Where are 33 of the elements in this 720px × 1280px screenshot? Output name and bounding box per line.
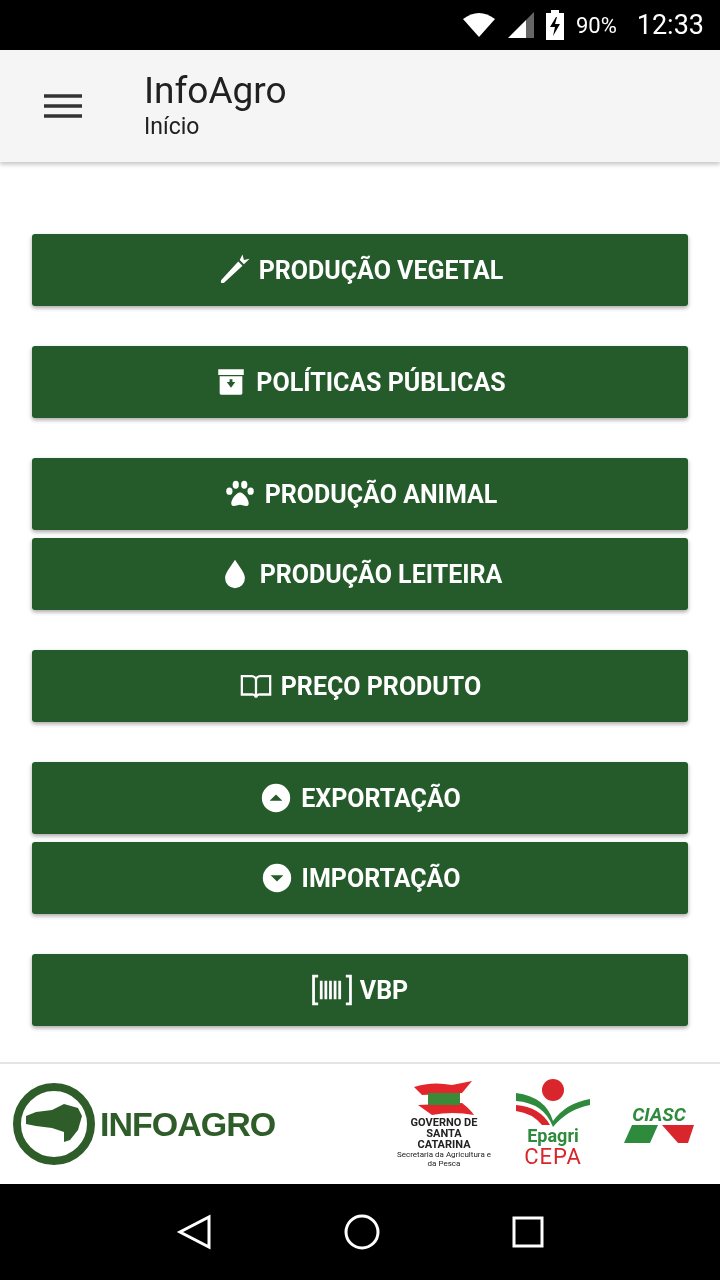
back-button[interactable] [176,1214,212,1250]
page-subtitle: Início [144,112,201,142]
clock: 12:33 [636,9,704,41]
menu-button[interactable]: PREÇO PRODUTO [32,650,688,722]
menu-button[interactable]: VBP [32,954,688,1026]
wifi-icon [461,12,496,38]
battery-icon [545,10,564,40]
barcode-icon [311,973,352,1007]
sun-fields-icon [516,1079,590,1127]
recents-button[interactable] [512,1216,544,1248]
back-icon [176,1214,212,1250]
menu-button[interactable]: EXPORTAÇÃO [32,762,688,834]
signal-icon [507,12,534,38]
menu-button[interactable]: PRODUÇÃO VEGETAL [32,234,688,306]
menu-button[interactable]: IMPORTAÇÃO [32,842,688,914]
infoagro-logo-icon [12,1082,96,1166]
logo-text: INFOAGRO [100,1104,276,1144]
menu-button[interactable] [44,93,82,119]
logo-text: CIASC [632,1105,686,1125]
app-title: InfoAgro [144,70,287,112]
home-icon [344,1214,380,1250]
swoosh-icon [624,1125,694,1143]
logo-text: CEPA [524,1145,582,1169]
home-button[interactable] [344,1214,380,1250]
menu-icon [44,93,82,119]
logo-caption: Secretaria da Agricultura e da Pesca [396,1149,492,1168]
menu-button[interactable]: PRODUÇÃO LEITEIRA [32,538,688,610]
menu-button[interactable]: POLÍTICAS PÚBLICAS [32,346,688,418]
logo-text: Epagri [527,1127,579,1145]
menu-button[interactable]: PRODUÇÃO ANIMAL [32,458,688,530]
battery-percent: 90% [575,12,617,38]
recents-icon [512,1216,544,1248]
logo-text: GOVERNO DE SANTA CATARINA [409,1116,479,1150]
